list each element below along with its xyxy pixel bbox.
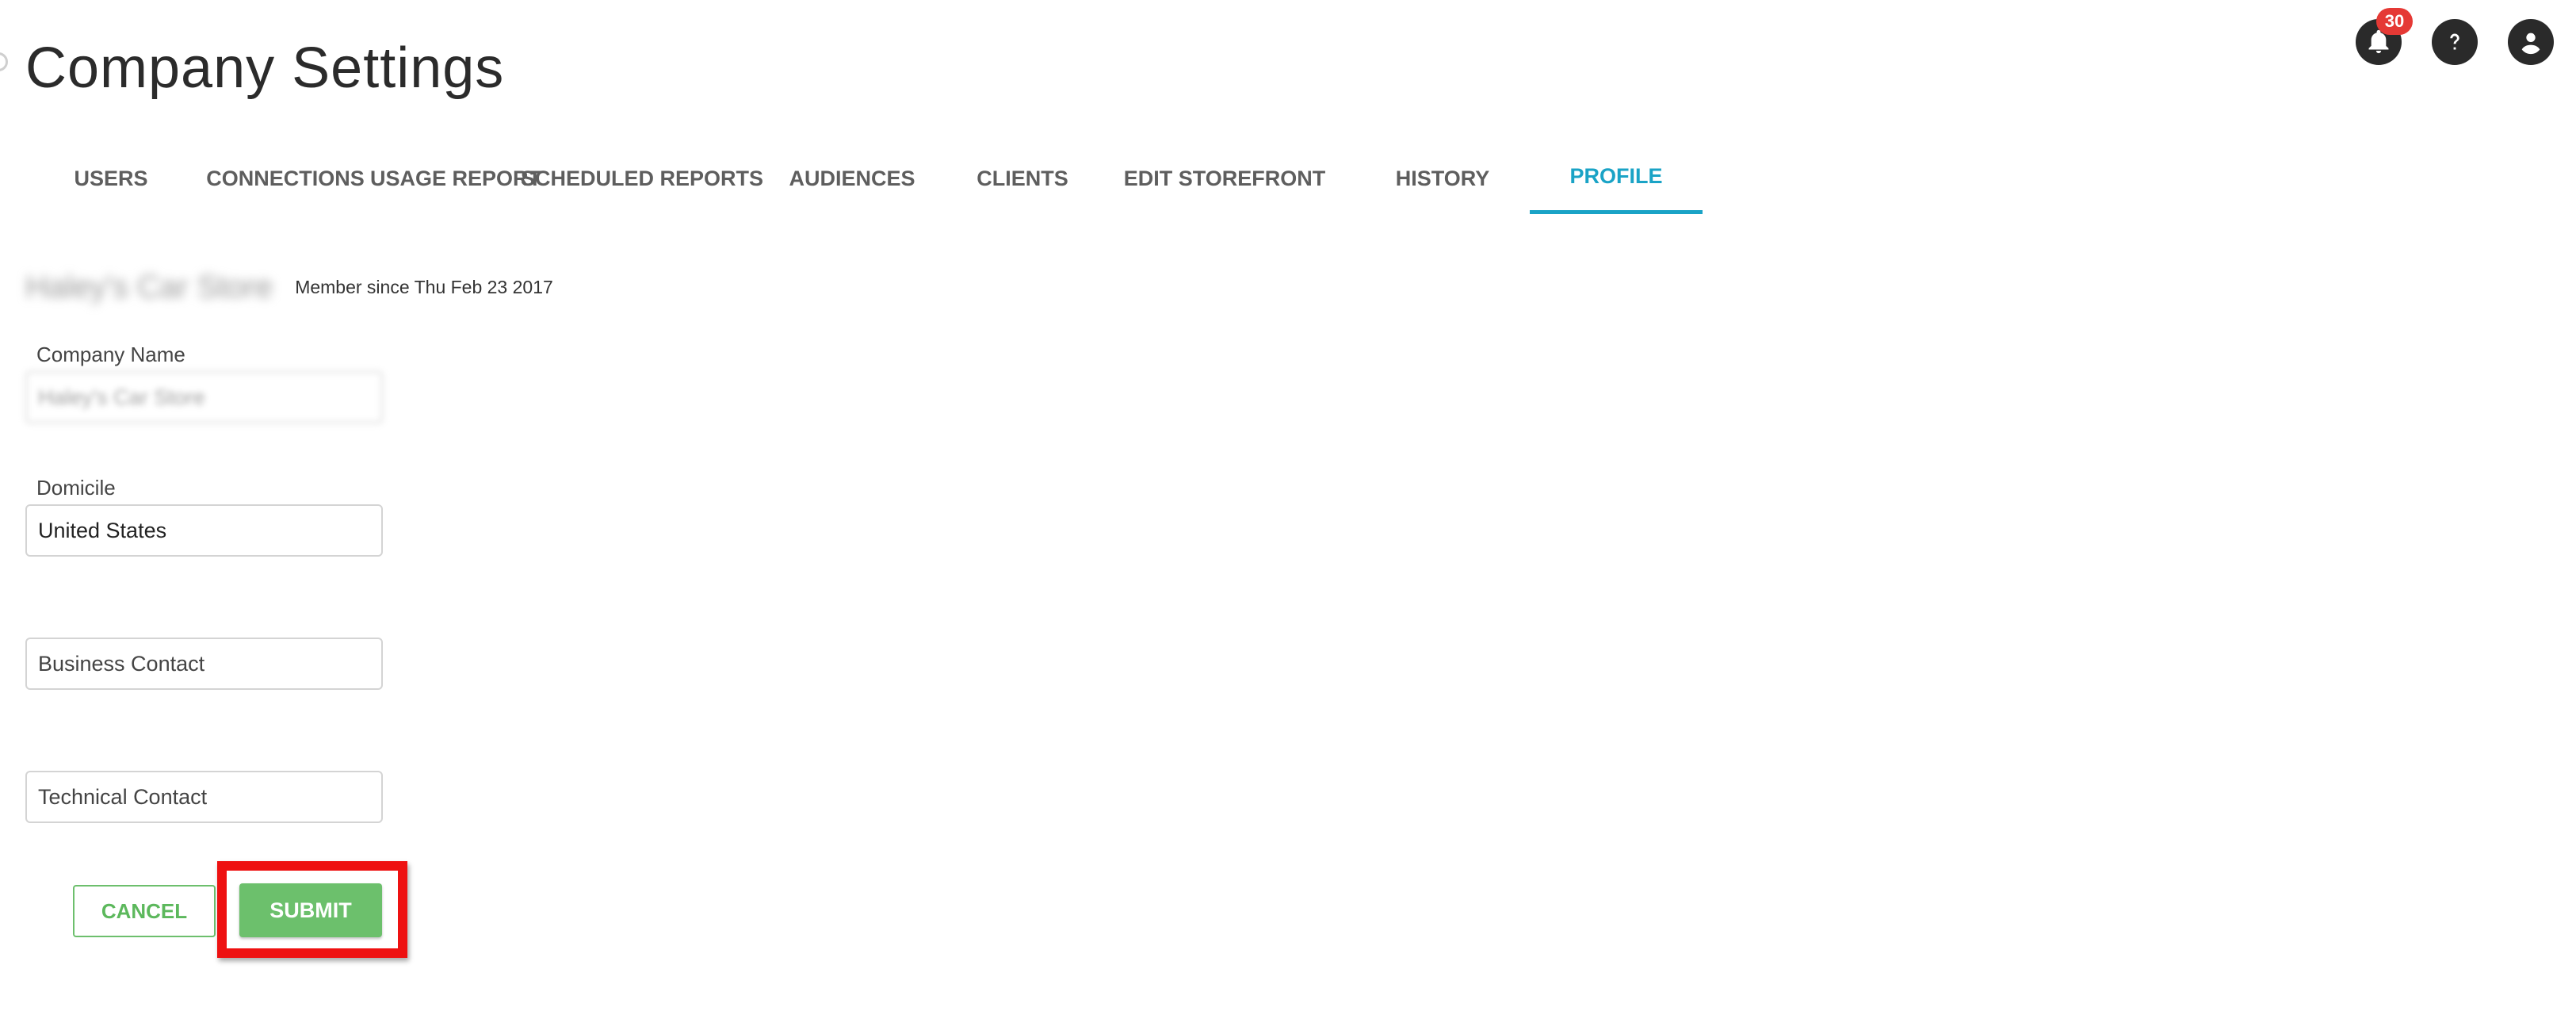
domicile-label: Domicile xyxy=(36,476,116,500)
header-actions: 30 xyxy=(2356,8,2554,65)
tab-history[interactable]: HISTORY xyxy=(1355,143,1530,214)
tab-users[interactable]: USERS xyxy=(32,143,190,214)
company-settings-page: Company Settings 30 USERS CONNECTIONS US… xyxy=(0,0,2576,1034)
tab-profile[interactable]: PROFILE xyxy=(1530,143,1703,214)
company-name-label: Company Name xyxy=(36,343,185,366)
tab-usage-report[interactable]: USAGE REPORT xyxy=(370,143,541,214)
tab-scheduled-reports[interactable]: SCHEDULED REPORTS xyxy=(521,143,763,214)
tab-audiences[interactable]: AUDIENCES xyxy=(753,143,951,214)
tab-edit-storefront[interactable]: EDIT STOREFRONT xyxy=(1094,143,1355,214)
company-name-input[interactable] xyxy=(25,371,383,423)
cancel-button[interactable]: CANCEL xyxy=(73,885,216,937)
company-summary: Haley's Car Store Member since Thu Feb 2… xyxy=(25,270,553,305)
notifications-button[interactable]: 30 xyxy=(2356,8,2413,65)
collapse-handle-icon[interactable] xyxy=(0,52,8,71)
tab-connections[interactable]: CONNECTIONS xyxy=(190,143,380,214)
help-icon xyxy=(2440,27,2470,57)
help-button[interactable] xyxy=(2432,19,2478,65)
domicile-input[interactable] xyxy=(25,504,383,557)
company-display-name: Haley's Car Store xyxy=(25,270,273,304)
page-title: Company Settings xyxy=(25,36,505,100)
tab-clients[interactable]: CLIENTS xyxy=(951,143,1094,214)
settings-tabs: USERS CONNECTIONS USAGE REPORT SCHEDULED… xyxy=(32,143,1703,214)
account-button[interactable] xyxy=(2508,19,2554,65)
submit-button[interactable]: SUBMIT xyxy=(239,883,382,937)
business-contact-input[interactable] xyxy=(25,638,383,690)
technical-contact-input[interactable] xyxy=(25,771,383,823)
account-icon xyxy=(2515,26,2547,58)
member-since-text: Member since Thu Feb 23 2017 xyxy=(295,277,553,297)
notification-count-badge: 30 xyxy=(2376,8,2413,35)
